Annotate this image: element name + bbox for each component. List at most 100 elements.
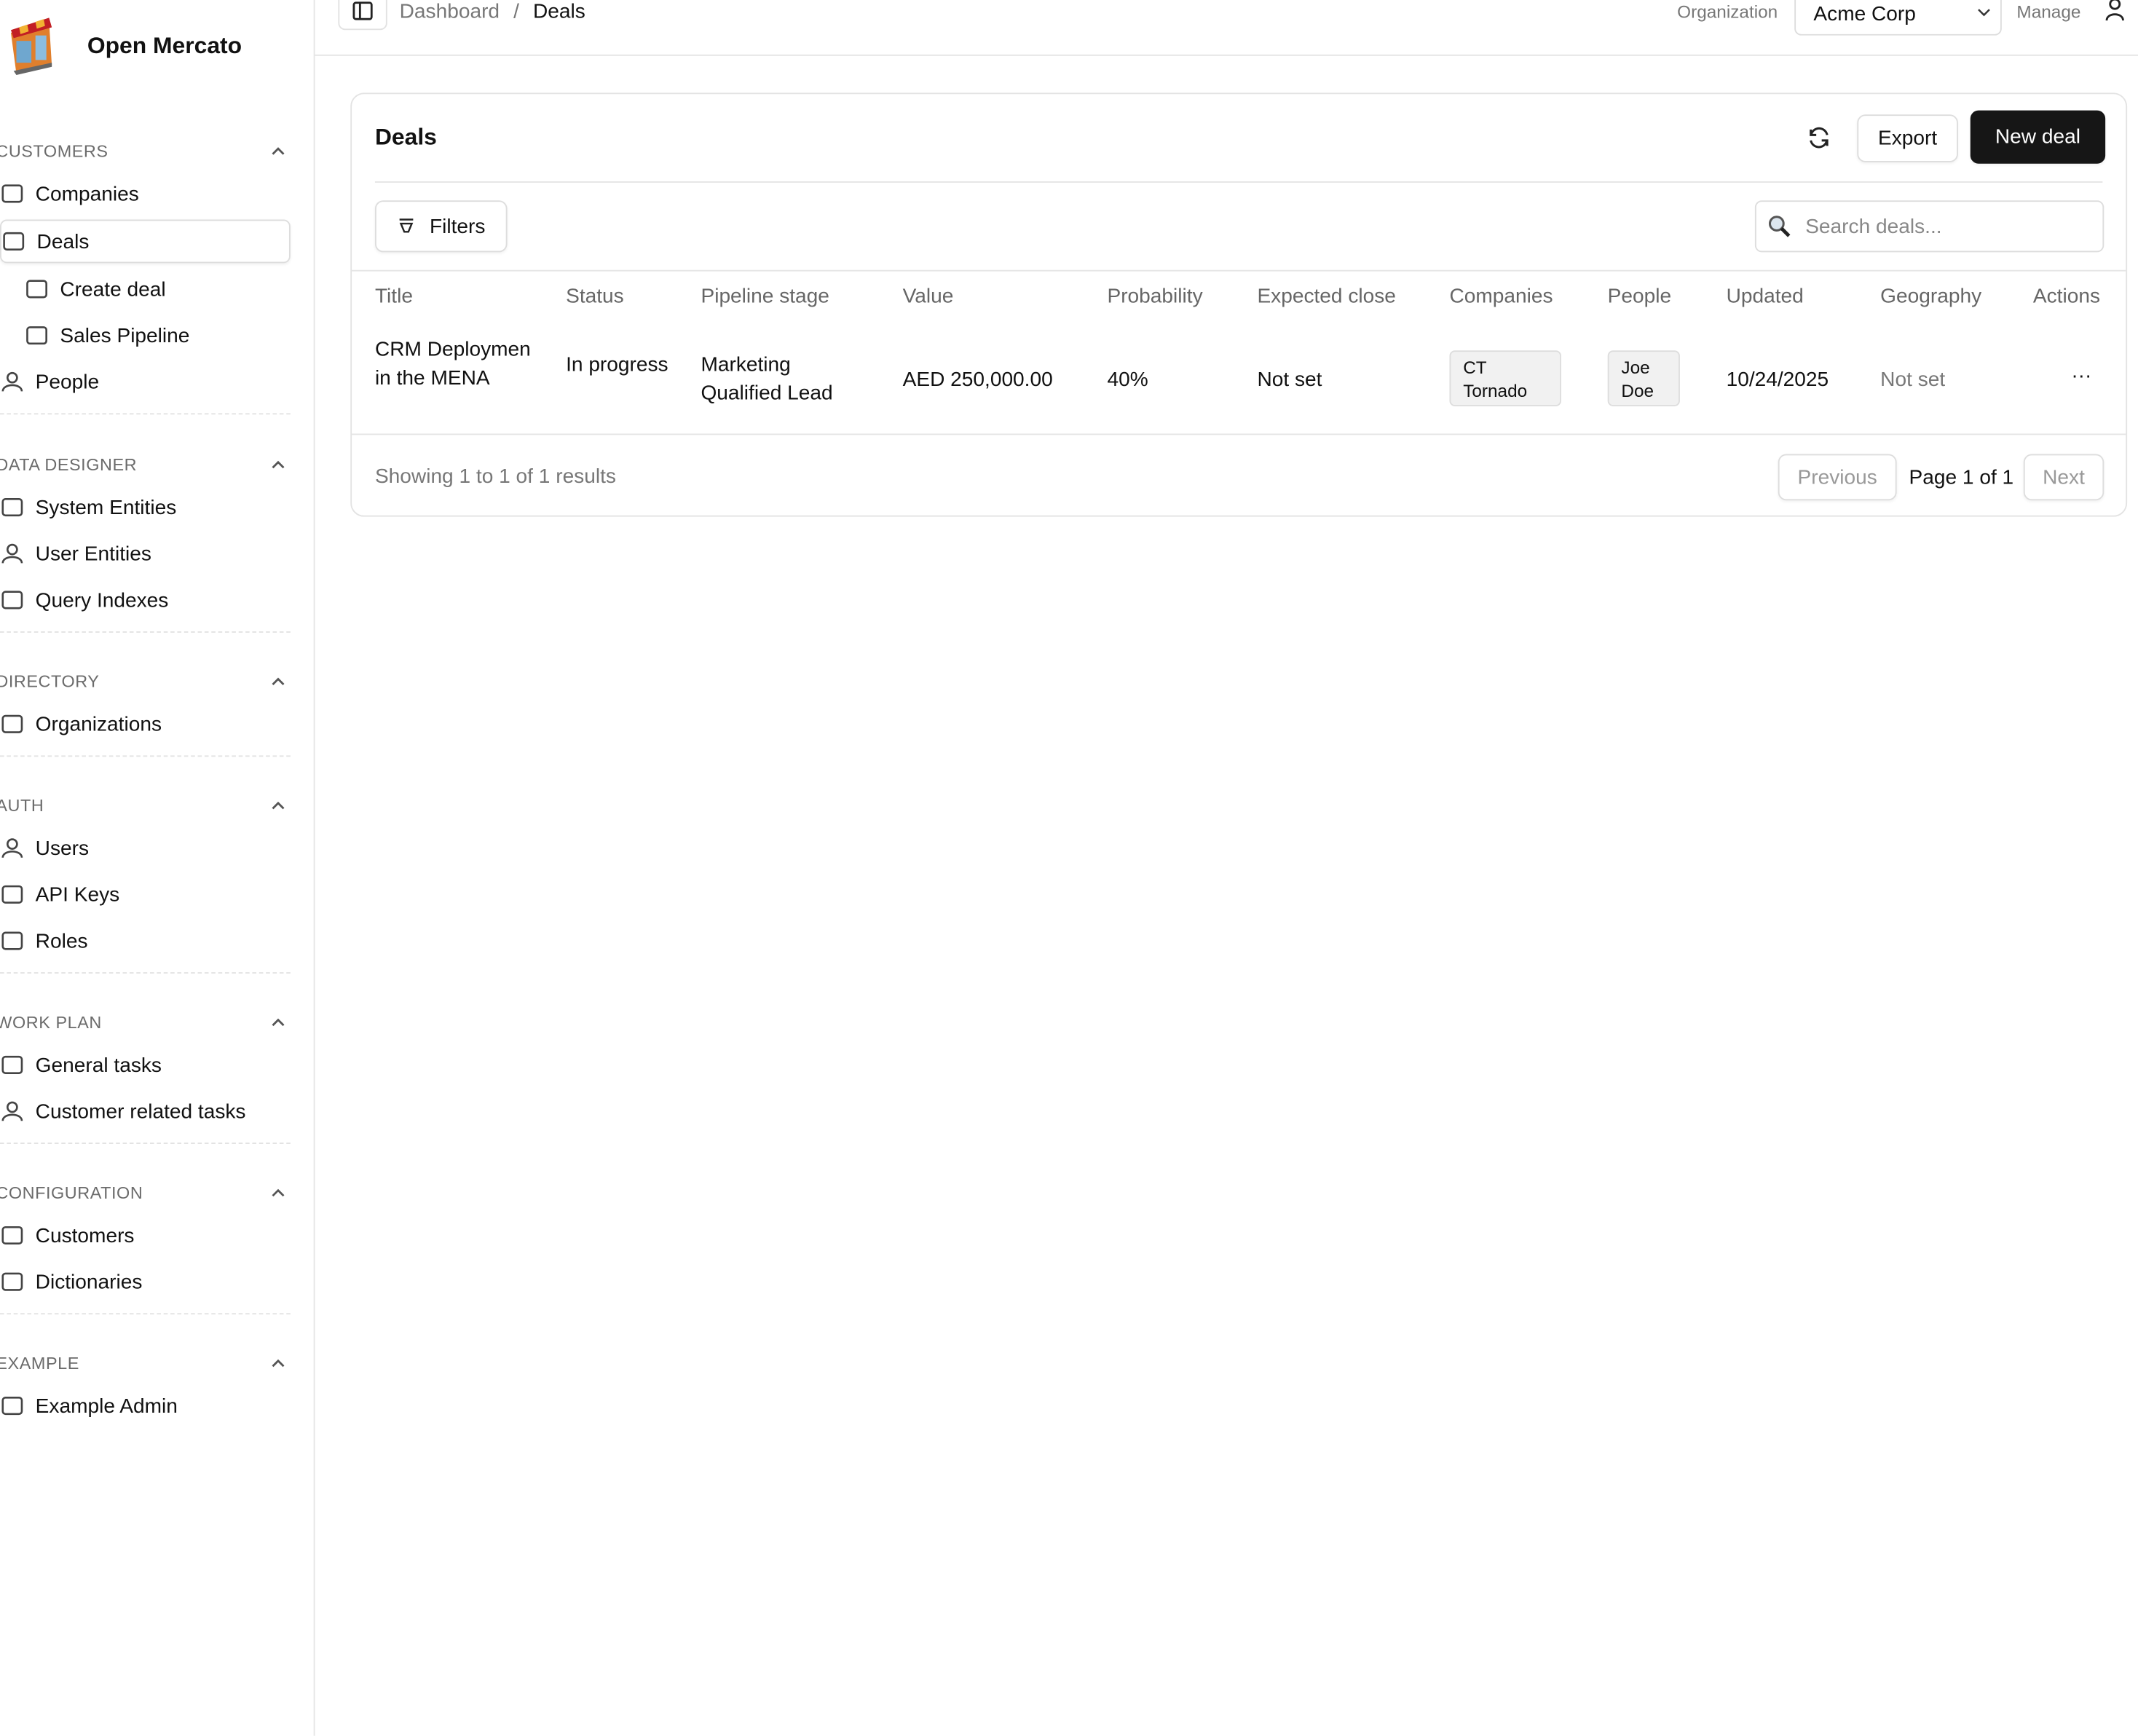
chevron-down-icon: [1976, 4, 1992, 20]
sidebar-item-deals[interactable]: Deals: [0, 219, 291, 263]
sidebar-item-label: Create deal: [60, 277, 165, 301]
column-header[interactable]: Companies: [1449, 285, 1553, 308]
divider: [0, 1313, 291, 1314]
organization-select[interactable]: Acme Corp: [1794, 0, 2002, 36]
brand-name: Open Mercato: [87, 33, 242, 60]
sidebar-item-customers[interactable]: Customers: [0, 1212, 291, 1259]
sidebar-item-companies[interactable]: Companies: [0, 170, 291, 217]
previous-button[interactable]: Previous: [1778, 454, 1897, 501]
manage-link[interactable]: Manage: [2016, 1, 2080, 22]
sidebar-section: WORK PLAN General tasks Customer related t…: [0, 1009, 291, 1144]
filters-label: Filters: [430, 215, 485, 238]
section-header[interactable]: EXAMPLE: [0, 1350, 291, 1377]
refresh-icon[interactable]: [1805, 124, 1832, 151]
brand[interactable]: Open Mercato: [5, 14, 57, 76]
page-indicator: Page 1 of 1: [1909, 464, 2014, 492]
store-logo-icon: [5, 14, 57, 76]
sidebar-section: DIRECTORY Organizations: [0, 668, 291, 757]
section-header[interactable]: WORK PLAN: [0, 1009, 291, 1036]
sidebar-section: EXAMPLE Example Admin: [0, 1350, 291, 1429]
sidebar-item-query-indexes[interactable]: Query Indexes: [0, 577, 291, 623]
section-title: CUSTOMERS: [0, 142, 109, 161]
sidebar-item-label: Query Indexes: [36, 588, 169, 612]
sidebar-item-label: Customers: [36, 1224, 135, 1247]
sidebar-item-label: Deals: [37, 230, 90, 253]
search-field[interactable]: [1755, 200, 2104, 252]
building-icon: [0, 181, 25, 206]
column-header[interactable]: Probability: [1107, 285, 1202, 308]
sidebar-item-organizations[interactable]: Organizations: [0, 701, 291, 747]
breadcrumb-dashboard[interactable]: Dashboard: [400, 0, 500, 23]
sidebar-section: CUSTOMERS Companies Deals Create deal Sales …: [0, 138, 291, 414]
column-header[interactable]: People: [1608, 285, 1671, 308]
search-icon: [1767, 214, 1792, 239]
section-header[interactable]: CUSTOMERS: [0, 138, 291, 165]
sidebar-item-example-admin[interactable]: Example Admin: [0, 1383, 291, 1429]
user-icon: [0, 541, 25, 566]
deals-card: Deals Export New deal Filters TitleStatu…: [350, 92, 2127, 516]
sidebar: Open Mercato CUSTOMERS Companies Deals Crea…: [0, 0, 315, 1736]
briefcase-icon: [1, 229, 26, 254]
section-header[interactable]: DIRECTORY: [0, 668, 291, 695]
sidebar-item-label: Users: [36, 837, 89, 860]
sidebar-item-roles[interactable]: Roles: [0, 918, 291, 964]
sidebar-item-people[interactable]: People: [0, 358, 291, 405]
top-bar: Dashboard / Deals Organization Acme Corp…: [315, 0, 2138, 56]
sidebar-item-label: API Keys: [36, 883, 120, 906]
section-title: AUTH: [0, 797, 44, 816]
column-header[interactable]: Expected close: [1257, 285, 1395, 308]
sidebar-item-create-deal[interactable]: Create deal: [0, 266, 291, 312]
column-header[interactable]: Title: [375, 285, 413, 308]
cell-value: AED 250,000.00: [903, 366, 1053, 394]
sidebar-item-label: Roles: [36, 929, 88, 952]
column-header[interactable]: Actions: [2033, 285, 2100, 308]
divider: [0, 413, 291, 414]
section-header[interactable]: AUTH: [0, 792, 291, 819]
users-icon: [0, 1099, 25, 1124]
person-tag[interactable]: Joe Doe: [1608, 350, 1680, 406]
divider: [375, 181, 2102, 183]
sidebar-item-label: General tasks: [36, 1054, 162, 1077]
sidebar-item-customer-related-tasks[interactable]: Customer related tasks: [0, 1088, 291, 1135]
new-deal-button[interactable]: New deal: [1971, 111, 2105, 164]
filters-button[interactable]: Filters: [375, 200, 508, 252]
organization-label: Organization: [1677, 1, 1778, 22]
row-actions-button[interactable]: ···: [2071, 361, 2091, 390]
column-header[interactable]: Updated: [1727, 285, 1804, 308]
sidebar-section: AUTH Users API Keys Roles: [0, 792, 291, 974]
users-icon: [0, 369, 25, 394]
column-header[interactable]: Geography: [1880, 285, 1981, 308]
sidebar-item-user-entities[interactable]: User Entities: [0, 530, 291, 577]
search-input[interactable]: [1802, 213, 2080, 240]
cell-expected-close: Not set: [1257, 366, 1322, 394]
sidebar-item-system-entities[interactable]: System Entities: [0, 484, 291, 531]
sidebar-item-label: Organizations: [36, 712, 162, 735]
column-header[interactable]: Value: [903, 285, 954, 308]
section-header[interactable]: CONFIGURATION: [0, 1180, 291, 1207]
box-icon: [0, 495, 25, 520]
breadcrumb-deals: Deals: [533, 0, 585, 23]
export-button[interactable]: Export: [1857, 114, 1958, 162]
sidebar-item-general-tasks[interactable]: General tasks: [0, 1042, 291, 1089]
cell-stage: Marketing Qualified Lead: [701, 350, 864, 408]
sidebar-item-dictionaries[interactable]: Dictionaries: [0, 1258, 291, 1305]
section-header[interactable]: DATA DESIGNER: [0, 451, 291, 478]
sidebar-item-users[interactable]: Users: [0, 825, 291, 872]
cell-geography: Not set: [1880, 366, 1945, 394]
sidebar-item-label: Companies: [36, 182, 139, 205]
divider: [0, 1143, 291, 1144]
next-button[interactable]: Next: [2024, 454, 2104, 501]
sidebar-item-api-keys[interactable]: API Keys: [0, 872, 291, 918]
chevron-up-icon: [266, 142, 291, 161]
user-icon[interactable]: [2104, 0, 2126, 22]
sidebar-toggle-button[interactable]: [338, 0, 387, 30]
sidebar-item-sales-pipeline[interactable]: Sales Pipeline: [0, 312, 291, 359]
column-header[interactable]: Pipeline stage: [701, 285, 829, 308]
cell-title[interactable]: CRM Deploymen in the MENA: [375, 336, 539, 393]
column-header[interactable]: Status: [566, 285, 624, 308]
company-tag[interactable]: CT Tornado: [1449, 350, 1561, 406]
user-icon: [0, 836, 25, 861]
file-plus-icon: [25, 277, 50, 301]
gear-icon: [0, 1394, 25, 1419]
cell-probability: 40%: [1107, 366, 1148, 394]
